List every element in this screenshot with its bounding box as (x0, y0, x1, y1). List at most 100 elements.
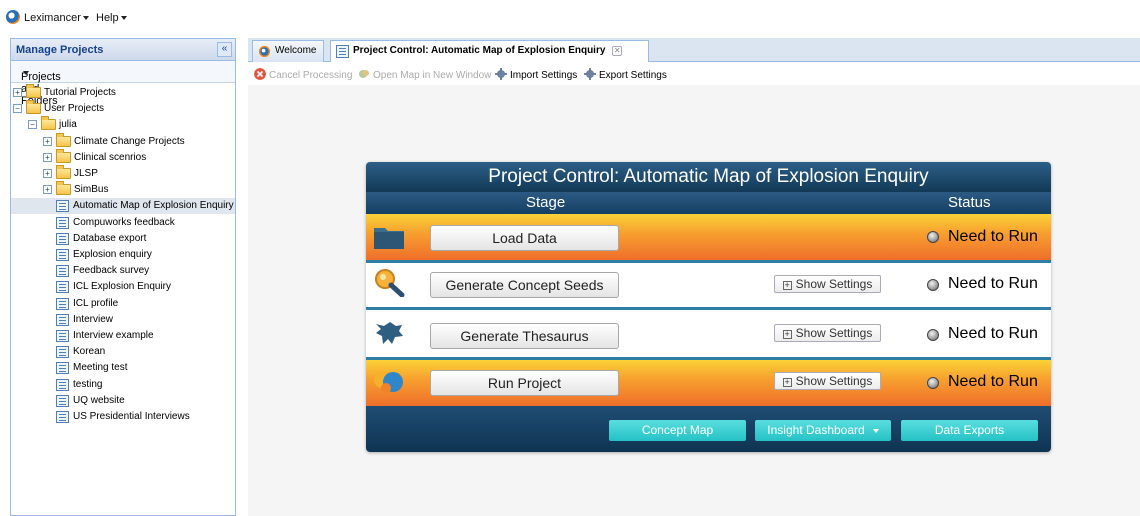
project-icon (56, 281, 69, 294)
plus-icon: + (782, 280, 792, 290)
app-menu[interactable]: Leximancer (24, 12, 89, 24)
tree-project[interactable]: Feedback survey (11, 263, 235, 279)
projects-folders-menu[interactable]: Projects and Folders (11, 61, 235, 107)
help-menu[interactable]: Help (96, 12, 127, 24)
tree-project[interactable]: Explosion enquiry (11, 247, 235, 263)
folder-icon (56, 132, 71, 147)
project-toolbar: Cancel Processing Open Map in New Window… (248, 63, 1140, 85)
tree-item-label: Climate Change Projects (74, 135, 185, 147)
collapse-icon[interactable]: − (13, 104, 22, 114)
tree-folder[interactable]: − julia (11, 116, 235, 133)
load-data-button[interactable]: Load Data (430, 225, 619, 251)
panel-header: Manage Projects « (11, 39, 235, 61)
panel-title: Manage Projects (16, 44, 104, 56)
tree-folder[interactable]: − User Projects (11, 100, 235, 117)
tree-project[interactable]: Automatic Map of Explosion Enquiry (11, 198, 235, 215)
tree-project[interactable]: Korean (11, 344, 235, 360)
expand-icon[interactable]: + (43, 185, 52, 195)
show-settings-button[interactable]: + Show Settings (774, 275, 881, 293)
folder-icon (56, 181, 71, 196)
expand-icon[interactable]: + (43, 136, 52, 146)
project-icon (56, 411, 69, 423)
import-settings-button[interactable]: Import Settings (495, 68, 577, 81)
expand-icon[interactable]: + (43, 169, 52, 178)
concept-map-button[interactable]: Concept Map (609, 420, 746, 441)
cancel-processing-button[interactable]: Cancel Processing (254, 68, 352, 81)
generate-thesaurus-button[interactable]: Generate Thesaurus (430, 323, 619, 349)
expand-icon[interactable]: + (43, 152, 52, 162)
tree-project[interactable]: Interview example (11, 328, 235, 344)
leximancer-logo-icon (258, 45, 271, 58)
tree-item-label: Clinical scenrios (74, 151, 147, 163)
folder-icon (26, 84, 41, 98)
tree-folder[interactable]: + Clinical scenrios (11, 148, 235, 166)
project-icon (56, 362, 69, 375)
tree-item-label: ICL profile (73, 297, 119, 309)
tree-project[interactable]: UQ website (11, 393, 235, 409)
expand-icon[interactable]: + (13, 88, 22, 97)
export-settings-button[interactable]: Export Settings (584, 68, 667, 81)
tab-bar: Welcome Project Control: Automatic Map o… (248, 38, 1140, 62)
tree-item-label: SimBus (74, 184, 109, 196)
collapse-icon[interactable]: − (28, 120, 37, 130)
chevron-down-icon (23, 71, 29, 75)
folder-icon (56, 148, 71, 163)
stage-row-run-project: Run Project + Show Settings Need to Run (366, 357, 1051, 406)
data-exports-button[interactable]: Data Exports (901, 420, 1038, 441)
tree-item-label: Meeting test (73, 362, 128, 374)
project-icon (56, 249, 69, 261)
open-map-icon (359, 70, 369, 78)
collapse-panel-button[interactable]: « (217, 42, 232, 57)
tree-project[interactable]: ICL Explosion Enquiry (11, 279, 235, 295)
project-icon (56, 313, 69, 326)
tree-item-label: Interview (73, 313, 114, 325)
stage-header: Stage (526, 194, 566, 211)
tab-welcome[interactable]: Welcome (252, 40, 324, 62)
tree-project[interactable]: Compuworks feedback (11, 215, 235, 231)
status-text: Need to Run (948, 275, 1038, 292)
tree-project[interactable]: ICL profile (11, 296, 235, 312)
status-text: Need to Run (948, 228, 1038, 245)
project-control-panel: Project Control: Automatic Map of Explos… (366, 162, 1051, 452)
tree-folder[interactable]: + Climate Change Projects (11, 132, 235, 150)
magnifier-icon (375, 269, 405, 297)
show-settings-button[interactable]: + Show Settings (774, 372, 881, 390)
generate-concept-seeds-button[interactable]: Generate Concept Seeds (430, 272, 619, 298)
project-control-title: Project Control: Automatic Map of Explos… (366, 162, 1051, 192)
close-icon[interactable]: ✕ (612, 46, 623, 56)
chevron-down-icon (82, 16, 89, 21)
leximancer-logo-icon (6, 10, 20, 24)
tab-project-control[interactable]: Project Control: Automatic Map of Explos… (330, 40, 649, 62)
status-header: Status (948, 194, 991, 211)
tree-project[interactable]: Meeting test (11, 360, 235, 376)
folder-icon (41, 116, 56, 131)
status-text: Need to Run (948, 373, 1038, 390)
thesaurus-icon (376, 322, 403, 344)
project-control-footer: Concept Map Insight Dashboard Data Expor… (366, 406, 1051, 452)
tree-folder[interactable]: + SimBus (11, 181, 235, 198)
project-icon (56, 346, 69, 359)
chevron-down-icon (120, 16, 127, 21)
status-indicator (927, 231, 939, 243)
tree-item-label: User Projects (44, 103, 105, 115)
tree-folder[interactable]: + Tutorial Projects (11, 84, 235, 101)
tree-project[interactable]: Database export (11, 231, 235, 247)
project-icon (56, 394, 69, 407)
tree-item-label: Korean (73, 346, 106, 358)
tree-project[interactable]: testing (11, 377, 235, 393)
insight-dashboard-button[interactable]: Insight Dashboard (755, 420, 891, 441)
tree-item-label: UQ website (73, 394, 125, 406)
tree-project[interactable]: US Presidential Interviews (11, 409, 235, 425)
tree-project[interactable]: Interview (11, 312, 235, 328)
open-map-button[interactable]: Open Map in New Window (358, 68, 491, 81)
project-icon (336, 45, 349, 58)
project-icon (56, 378, 69, 391)
tree-item-label: Interview example (73, 330, 154, 341)
cancel-icon (254, 68, 266, 80)
tree-folder[interactable]: + JLSP (11, 165, 235, 182)
tree-item-label: ICL Explosion Enquiry (73, 281, 172, 293)
export-settings-icon (584, 68, 596, 80)
show-settings-button[interactable]: + Show Settings (774, 324, 881, 342)
run-project-button[interactable]: Run Project (430, 370, 619, 396)
project-icon (56, 265, 69, 278)
